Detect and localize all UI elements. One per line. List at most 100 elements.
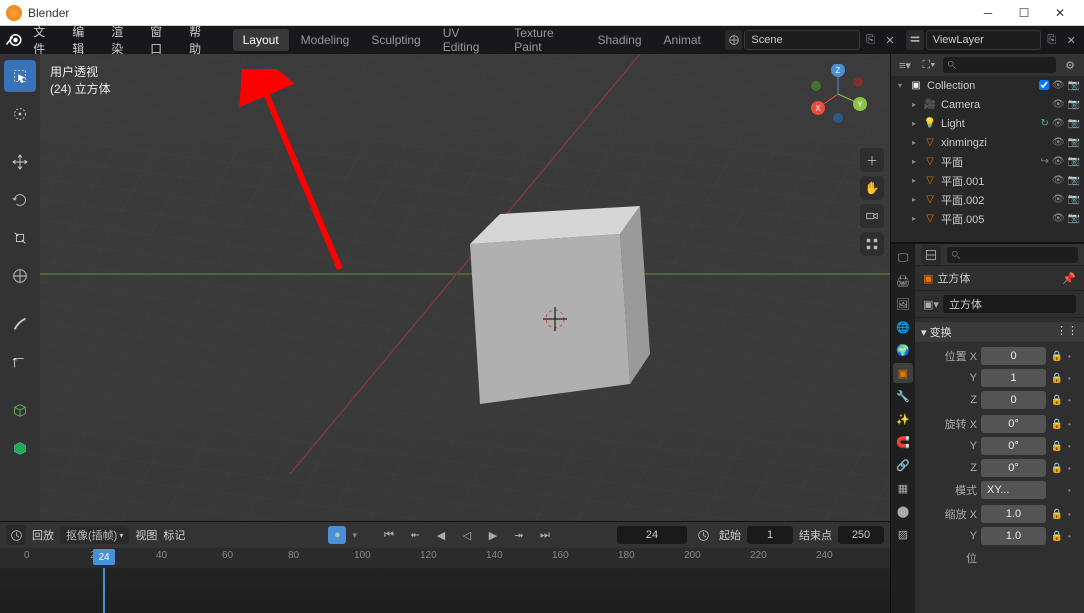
transform-section-header[interactable]: ▾ 变换⋮⋮ (915, 322, 1084, 342)
object-name-breadcrumb[interactable]: 立方体 (937, 270, 970, 286)
timeline-playback-menu[interactable]: 回放 (32, 527, 54, 543)
properties-search[interactable] (947, 247, 1078, 263)
jump-start-icon[interactable]: ⏮ (379, 525, 399, 545)
keyframe-prev-icon[interactable]: ⯬ (405, 525, 425, 545)
tool-cursor[interactable] (4, 98, 36, 130)
close-button[interactable]: ✕ (1042, 1, 1078, 25)
outliner-item-plane[interactable]: ▸▽ 平面 ↪ 👁 📷 (891, 152, 1084, 171)
tab-modifiers[interactable]: 🔧 (893, 386, 913, 406)
tab-viewlayer[interactable]: 🖼 (893, 294, 913, 314)
lock-icon[interactable]: 🔒 (1050, 463, 1064, 474)
tab-physics[interactable]: 🧲 (893, 432, 913, 452)
outliner-search[interactable] (943, 57, 1056, 73)
tool-select-box[interactable] (4, 60, 36, 92)
pan-icon[interactable]: ✋ (860, 176, 884, 200)
viewlayer-name-input[interactable]: ViewLayer (926, 30, 1041, 50)
outliner-display-mode-icon[interactable]: ≡▾ (895, 55, 915, 75)
scale-y-input[interactable]: 1.0 (981, 527, 1046, 545)
rotation-y-input[interactable]: 0° (981, 437, 1046, 455)
eye-icon[interactable]: 👁 (1052, 118, 1065, 129)
render-icon[interactable]: 📷 (1068, 137, 1080, 148)
3d-viewport[interactable]: 用户透视 (24) 立方体 Z Y (40, 54, 890, 521)
workspace-tab-texturepaint[interactable]: Texture Paint (504, 22, 585, 58)
eye-icon[interactable]: 👁 (1052, 137, 1065, 148)
lock-icon[interactable]: 🔒 (1050, 509, 1064, 520)
minimize-button[interactable]: ─ (970, 1, 1006, 25)
tab-material[interactable]: ⬤ (893, 501, 913, 521)
lock-icon[interactable]: 🔒 (1050, 419, 1064, 430)
tool-move[interactable] (4, 146, 36, 178)
workspace-tab-sculpting[interactable]: Sculpting (361, 29, 430, 51)
perspective-toggle-icon[interactable] (860, 232, 884, 256)
timeline-keying-menu[interactable]: 抠像(插帧)▾ (60, 526, 129, 544)
jump-end-icon[interactable]: ⏭ (535, 525, 555, 545)
outliner-item-plane005[interactable]: ▸▽ 平面.005 👁 📷 (891, 209, 1084, 228)
camera-view-icon[interactable] (860, 204, 884, 228)
autokey-toggle[interactable]: ● (328, 526, 346, 544)
tab-particles[interactable]: ✨ (893, 409, 913, 429)
object-data-name-input[interactable]: 立方体 (943, 295, 1076, 313)
navigation-gizmo[interactable]: Z Y X (808, 64, 868, 124)
timeline-editor-type-icon[interactable] (6, 525, 26, 545)
tab-scene[interactable]: 🌐 (893, 317, 913, 337)
location-y-input[interactable]: 1 (981, 369, 1046, 387)
viewlayer-delete-icon[interactable]: ✕ (1063, 30, 1080, 50)
use-preview-range-icon[interactable] (693, 525, 713, 545)
eye-icon[interactable]: 👁 (1052, 99, 1065, 110)
location-z-input[interactable]: 0 (981, 391, 1046, 409)
props-editor-type-icon[interactable] (921, 245, 941, 265)
scene-new-icon[interactable]: ⎘ (862, 30, 879, 50)
timeline-marker-menu[interactable]: 标记 (163, 527, 185, 543)
render-icon[interactable]: 📷 (1068, 99, 1080, 110)
viewlayer-browse-icon[interactable] (906, 30, 923, 50)
play-reverse-icon[interactable]: ◁ (457, 525, 477, 545)
play-icon[interactable]: ▶ (483, 525, 503, 545)
lock-icon[interactable]: 🔒 (1050, 395, 1064, 406)
frame-next-icon[interactable]: ⯮ (509, 525, 529, 545)
pin-icon[interactable]: 📌 (1062, 272, 1076, 285)
lock-icon[interactable]: 🔒 (1050, 441, 1064, 452)
tool-transform[interactable] (4, 260, 36, 292)
eye-icon[interactable]: 👁 (1052, 156, 1065, 167)
blender-logo-icon[interactable] (4, 29, 23, 51)
zoom-icon[interactable]: ＋ (860, 148, 884, 172)
tab-texture[interactable]: ▨ (893, 524, 913, 544)
render-icon[interactable]: 📷 (1068, 213, 1080, 224)
location-x-input[interactable]: 0 (981, 347, 1046, 365)
timeline-playhead[interactable]: 24 (103, 568, 105, 613)
outliner-item-xinmingzi[interactable]: ▸▽ xinmingzi 👁 📷 (891, 133, 1084, 152)
tab-world[interactable]: 🌍 (893, 340, 913, 360)
workspace-tab-animation[interactable]: Animat (654, 29, 711, 51)
outliner-item-camera[interactable]: ▸🎥 Camera 👁 📷 (891, 95, 1084, 114)
start-frame-input[interactable]: 1 (747, 526, 793, 544)
tool-scale[interactable] (4, 222, 36, 254)
timeline-track-area[interactable]: 24 (0, 568, 890, 613)
eye-icon[interactable]: 👁 (1052, 175, 1065, 186)
collection-checkbox[interactable] (1039, 80, 1049, 90)
scene-name-input[interactable]: Scene (744, 30, 859, 50)
timeline-ruler[interactable]: 0 20 40 60 80 100 120 140 160 180 200 22… (0, 548, 890, 568)
outliner-item-plane002[interactable]: ▸▽ 平面.002 👁 📷 (891, 190, 1084, 209)
tool-annotate[interactable] (4, 308, 36, 340)
render-icon[interactable]: 📷 (1068, 175, 1080, 186)
timeline-view-menu[interactable]: 视图 (135, 527, 157, 543)
outliner-item-light[interactable]: ▸💡 Light ↻ 👁 📷 (891, 114, 1084, 133)
lock-icon[interactable]: 🔒 (1050, 373, 1064, 384)
viewlayer-new-icon[interactable]: ⎘ (1043, 30, 1060, 50)
workspace-tab-uvediting[interactable]: UV Editing (433, 22, 503, 58)
outliner-filter-icon[interactable]: ⛶▾ (919, 55, 939, 75)
lock-icon[interactable]: 🔒 (1050, 531, 1064, 542)
workspace-tab-modeling[interactable]: Modeling (291, 29, 360, 51)
tool-add-cube[interactable] (4, 394, 36, 426)
tab-render[interactable]: 🖵 (893, 248, 913, 268)
maximize-button[interactable]: ☐ (1006, 1, 1042, 25)
eye-icon[interactable]: 👁 (1052, 194, 1065, 205)
tool-rotate[interactable] (4, 184, 36, 216)
tool-measure[interactable] (4, 346, 36, 378)
tab-output[interactable]: 🖨 (893, 271, 913, 291)
render-icon[interactable]: 📷 (1068, 80, 1080, 91)
render-icon[interactable]: 📷 (1068, 156, 1080, 167)
workspace-tab-shading[interactable]: Shading (587, 29, 651, 51)
workspace-tab-layout[interactable]: Layout (233, 29, 289, 51)
rotation-x-input[interactable]: 0° (981, 415, 1046, 433)
